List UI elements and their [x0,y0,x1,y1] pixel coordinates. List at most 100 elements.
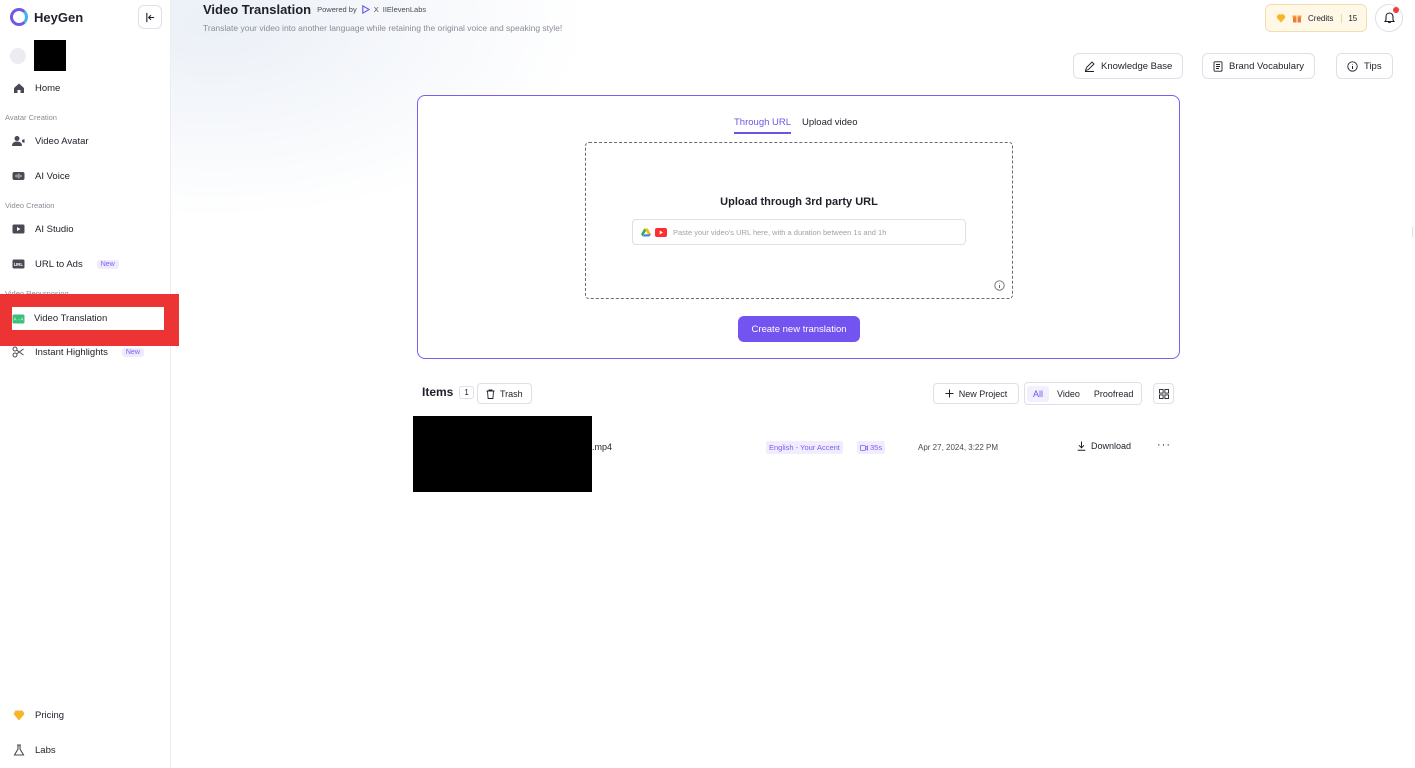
upload-card: Through URL Upload video Upload through … [417,95,1180,359]
notification-dot [1393,7,1399,13]
grid-view-button[interactable] [1153,383,1174,404]
scissors-icon [12,346,25,359]
sidebar-item-ai-studio[interactable]: AI Studio [8,215,164,243]
document-icon [1213,60,1223,72]
workspace-icon [10,47,26,64]
brand-logo[interactable]: HeyGen [10,8,83,26]
new-project-button[interactable]: New Project [933,383,1019,404]
heygen-logo-icon [10,8,28,26]
voice-icon [12,170,25,183]
heygen-mini-logo-icon [361,5,370,14]
sidebar-item-label: Video Avatar [35,135,89,147]
sidebar-item-video-translation[interactable]: A→A Video Translation [12,307,164,330]
sidebar-item-label: AI Voice [35,170,70,182]
knowledge-base-button[interactable]: Knowledge Base [1073,53,1184,79]
info-icon [1347,60,1358,72]
new-badge: New [121,347,144,357]
pen-icon [1084,60,1095,72]
sidebar-item-instant-highlights[interactable]: Instant Highlights New [8,338,164,366]
elevenlabs-logo: IIElevenLabs [382,5,427,14]
trash-label: Trash [500,388,523,399]
sidebar-item-label: Home [35,82,61,94]
duration-tag: 35s [857,441,886,454]
create-translation-button[interactable]: Create new translation [738,316,860,342]
credits-label: Credits [1308,13,1334,23]
tab-through-url[interactable]: Through URL [734,117,792,134]
workspace-switcher[interactable] [10,40,66,71]
flask-icon [12,744,25,757]
sidebar-item-label: Pricing [35,709,65,721]
items-title: Items [422,385,454,399]
brand-vocabulary-label: Brand Vocabulary [1229,60,1304,72]
video-thumbnail[interactable] [413,416,592,492]
credits-value: 15 [1341,13,1357,23]
svg-text:A→A: A→A [14,316,24,321]
powered-by-label: Powered by [317,5,357,14]
svg-text:URL: URL [14,262,23,267]
sidebar-item-video-avatar[interactable]: Video Avatar [8,127,164,155]
youtube-icon [655,227,667,237]
brand-name: HeyGen [34,9,84,25]
new-project-label: New Project [958,388,1008,399]
more-options-button[interactable]: ··· [1157,439,1171,451]
filter-proofread[interactable]: Proofread [1088,386,1140,402]
url-input[interactable] [673,227,953,237]
download-icon [1077,441,1086,451]
filter-video[interactable]: Video [1051,386,1086,402]
workspace-avatar [34,40,66,71]
sidebar-item-pricing[interactable]: Pricing [8,701,164,729]
collapse-sidebar-button[interactable] [138,5,162,29]
home-icon [12,82,25,95]
language-tag: English - Your Accent [766,441,843,454]
items-count: 1 [459,385,474,399]
sidebar-item-home[interactable]: Home [8,74,164,102]
sidebar: HeyGen Home Avatar Creation Video Avatar… [0,0,179,768]
filter-all[interactable]: All [1027,385,1050,402]
sidebar-item-label: URL to Ads [35,258,83,270]
notifications-button[interactable] [1375,4,1403,32]
url-input-wrapper[interactable] [632,219,966,245]
tab-upload-video[interactable]: Upload video [802,117,857,134]
duration-value: 35s [870,443,883,452]
url-icon: URL [12,258,25,271]
sidebar-item-label: AI Studio [35,223,74,235]
google-drive-icon [641,228,651,236]
sidebar-item-labs[interactable]: Labs [8,736,164,764]
video-camera-icon [860,444,868,451]
diamond-icon [1276,13,1286,23]
tips-button[interactable]: Tips [1336,53,1393,79]
diamond-icon [12,709,25,722]
translation-icon: A→A [12,312,25,325]
new-badge: New [96,259,119,269]
powered-by: Powered by X IIElevenLabs [317,5,426,14]
download-label: Download [1091,441,1132,451]
url-dropzone: Upload through 3rd party URL [585,142,1013,299]
video-filename: .mp4 [592,442,613,452]
avatar-icon [12,135,25,148]
dropzone-title: Upload through 3rd party URL [720,196,878,208]
section-avatar-creation: Avatar Creation [5,113,57,122]
sidebar-item-label: Video Translation [34,313,108,324]
bell-icon [1383,12,1395,24]
credits-button[interactable]: Credits 15 [1265,4,1367,32]
trash-button[interactable]: Trash [477,383,532,404]
upload-tabs: Through URL Upload video [734,117,858,134]
items-filter-group: All Video Proofread [1024,382,1143,405]
sidebar-item-label: Instant Highlights [35,346,108,358]
items-heading: Items 1 [422,385,474,399]
created-date: Apr 27, 2024, 3:22 PM [918,443,999,452]
tips-label: Tips [1364,60,1382,72]
download-button[interactable]: Download [1077,441,1131,451]
sidebar-item-ai-voice[interactable]: AI Voice [8,162,164,190]
page-title-text: Video Translation [203,2,312,17]
collapse-left-icon [145,12,154,22]
section-video-creation: Video Creation [5,201,55,210]
powered-by-x: X [373,5,379,14]
sidebar-item-url-to-ads[interactable]: URL URL to Ads New [8,250,164,278]
page-subtitle: Translate your video into another langua… [203,23,563,33]
brand-vocabulary-button[interactable]: Brand Vocabulary [1202,53,1315,79]
info-icon[interactable] [994,280,1005,291]
knowledge-base-label: Knowledge Base [1101,60,1173,72]
grid-icon [1158,388,1169,399]
studio-icon [12,223,25,236]
